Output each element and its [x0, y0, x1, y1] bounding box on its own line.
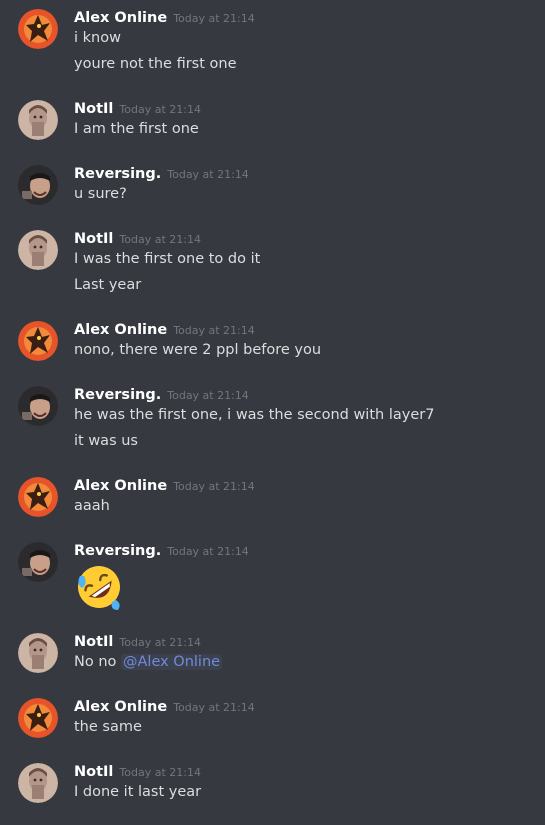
user-photo-avatar-icon — [18, 633, 58, 673]
message-text: youre not the first one — [74, 56, 237, 72]
user-photo-avatar-icon — [18, 230, 58, 270]
timestamp: Today at 21:14 — [173, 701, 255, 714]
message-group: Reversing. Today at 21:14 he was the firs… — [0, 384, 545, 454]
timestamp: Today at 21:14 — [119, 636, 201, 649]
username[interactable]: Reversing. — [74, 387, 161, 403]
username[interactable]: NotIl — [74, 764, 113, 780]
message-group: Alex Online Today at 21:14 nono, there we… — [0, 319, 545, 363]
timestamp: Today at 21:14 — [119, 766, 201, 779]
message-group: NotIl Today at 21:14 I was the first one … — [0, 228, 545, 298]
message-header: Alex Online Today at 21:14 — [74, 319, 255, 341]
avatar[interactable] — [18, 165, 58, 205]
message-text: I done it last year — [74, 784, 202, 800]
user-photo-avatar-icon — [18, 386, 58, 426]
message-group: Alex Online Today at 21:14 the same — [0, 696, 545, 740]
user-photo-avatar-icon — [18, 100, 58, 140]
message-header: NotIl Today at 21:14 — [74, 228, 201, 250]
message-group: NotIl Today at 21:14 I done it last year — [0, 761, 545, 805]
message-group: Reversing. Today at 21:14 u sure? — [0, 163, 545, 207]
message-header: Alex Online Today at 21:14 — [74, 696, 255, 718]
phoenix-avatar-icon — [18, 477, 58, 517]
message-text: Last year — [74, 277, 142, 293]
message-group: Alex Online Today at 21:14 aaah — [0, 475, 545, 519]
message-text: i know — [74, 30, 121, 46]
user-mention[interactable]: @Alex Online — [121, 654, 223, 670]
phoenix-avatar-icon — [18, 9, 58, 49]
rolling-on-floor-laughing-emoji-icon[interactable] — [74, 562, 124, 612]
avatar[interactable] — [18, 542, 58, 582]
message-text: nono, there were 2 ppl before you — [74, 342, 322, 358]
message-text: I am the first one — [74, 121, 199, 137]
user-photo-avatar-icon — [18, 542, 58, 582]
message-group: Reversing. Today at 21:14 — [0, 540, 545, 616]
avatar[interactable] — [18, 633, 58, 673]
message-group: Alex Online Today at 21:14 i know youre n… — [0, 7, 545, 77]
message-text: aaah — [74, 498, 110, 514]
timestamp: Today at 21:14 — [173, 324, 255, 337]
username[interactable]: Alex Online — [74, 10, 167, 26]
message-text-prefix: No no — [74, 654, 121, 670]
avatar[interactable] — [18, 321, 58, 361]
username[interactable]: Alex Online — [74, 322, 167, 338]
timestamp: Today at 21:14 — [173, 12, 255, 25]
username[interactable]: NotIl — [74, 634, 113, 650]
user-photo-avatar-icon — [18, 763, 58, 803]
timestamp: Today at 21:14 — [167, 545, 249, 558]
timestamp: Today at 21:14 — [173, 480, 255, 493]
timestamp: Today at 21:14 — [119, 103, 201, 116]
chat-messages: Alex Online Today at 21:14 i know youre n… — [0, 0, 545, 825]
timestamp: Today at 21:14 — [119, 233, 201, 246]
avatar[interactable] — [18, 763, 58, 803]
user-photo-avatar-icon — [18, 165, 58, 205]
message-text: it was us — [74, 433, 138, 449]
message-text: u sure? — [74, 186, 127, 202]
message-header: NotIl Today at 21:14 — [74, 631, 201, 653]
message-header: NotIl Today at 21:14 — [74, 761, 201, 783]
message-text: he was the first one, i was the second w… — [74, 407, 435, 423]
message-header: NotIl Today at 21:14 — [74, 98, 201, 120]
timestamp: Today at 21:14 — [167, 168, 249, 181]
username[interactable]: Alex Online — [74, 478, 167, 494]
username[interactable]: Reversing. — [74, 543, 161, 559]
message-header: Reversing. Today at 21:14 — [74, 540, 249, 562]
avatar[interactable] — [18, 386, 58, 426]
message-group: NotIl Today at 21:14 No no @Alex Online — [0, 631, 545, 675]
username[interactable]: Alex Online — [74, 699, 167, 715]
avatar[interactable] — [18, 230, 58, 270]
message-header: Reversing. Today at 21:14 — [74, 384, 249, 406]
avatar[interactable] — [18, 100, 58, 140]
phoenix-avatar-icon — [18, 698, 58, 738]
message-text: I was the first one to do it — [74, 251, 261, 267]
message-text: No no @Alex Online — [74, 652, 223, 672]
timestamp: Today at 21:14 — [167, 389, 249, 402]
username[interactable]: NotIl — [74, 231, 113, 247]
avatar[interactable] — [18, 477, 58, 517]
message-header: Alex Online Today at 21:14 — [74, 475, 255, 497]
username[interactable]: Reversing. — [74, 166, 161, 182]
avatar[interactable] — [18, 9, 58, 49]
message-header: Reversing. Today at 21:14 — [74, 163, 249, 185]
phoenix-avatar-icon — [18, 321, 58, 361]
message-header: Alex Online Today at 21:14 — [74, 7, 255, 29]
message-text: the same — [74, 719, 142, 735]
message-group: NotIl Today at 21:14 I am the first one — [0, 98, 545, 142]
username[interactable]: NotIl — [74, 101, 113, 117]
avatar[interactable] — [18, 698, 58, 738]
